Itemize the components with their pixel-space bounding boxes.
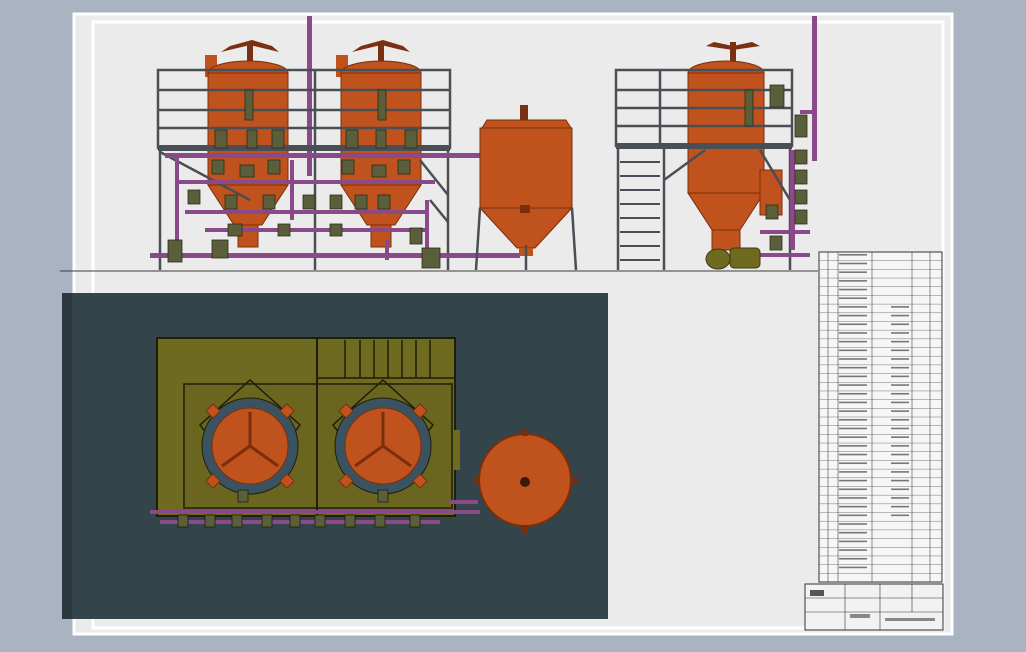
parts-list-cell-mark bbox=[891, 436, 909, 438]
parts-list-cell-mark bbox=[839, 271, 867, 273]
parts-list-cell-mark bbox=[891, 358, 909, 360]
parts-list-cell-mark bbox=[891, 401, 909, 404]
parts-list-cell-mark bbox=[891, 453, 909, 456]
parts-list-cell-mark bbox=[891, 349, 909, 352]
vertical-pipe-left bbox=[307, 16, 312, 176]
parts-list-cell-mark bbox=[839, 262, 867, 265]
parts-list-cell-mark bbox=[891, 514, 909, 517]
parts-list-cell-mark bbox=[839, 471, 867, 473]
parts-list-cell-mark bbox=[891, 410, 909, 412]
parts-list-cell-mark bbox=[839, 462, 867, 465]
parts-list-cell-mark bbox=[839, 323, 867, 326]
parts-list-table bbox=[818, 251, 943, 583]
parts-list-cell-mark bbox=[891, 462, 909, 465]
pump-motor bbox=[705, 247, 761, 270]
parts-list-cell-mark bbox=[839, 540, 867, 543]
parts-list-cell-mark bbox=[839, 453, 867, 456]
parts-list-cell-mark bbox=[839, 280, 867, 282]
parts-list-cell-mark bbox=[839, 445, 867, 447]
parts-list-cell-mark bbox=[891, 497, 909, 499]
parts-list-cell-mark bbox=[839, 392, 867, 395]
parts-list-cell-mark bbox=[839, 375, 867, 378]
parts-list-cell-mark bbox=[891, 488, 909, 491]
parts-list-cell-mark bbox=[891, 479, 909, 482]
parts-list-cell-mark bbox=[891, 471, 909, 473]
parts-list-cell-mark bbox=[839, 497, 867, 499]
parts-list-cell-mark bbox=[839, 523, 867, 525]
parts-list-cell-mark bbox=[839, 479, 867, 482]
parts-list-cell-mark bbox=[839, 384, 867, 386]
parts-list-cell-mark bbox=[839, 314, 867, 317]
parts-list-cell-mark bbox=[891, 392, 909, 395]
parts-list-cell-mark bbox=[839, 358, 867, 360]
parts-list-cell-mark bbox=[891, 332, 909, 334]
parts-list-cell-mark bbox=[891, 419, 909, 421]
parts-list-cell-mark bbox=[839, 254, 867, 256]
parts-list-cell-mark bbox=[839, 366, 867, 369]
parts-list-cell-mark bbox=[891, 306, 909, 308]
parts-list-cell-mark bbox=[891, 366, 909, 369]
parts-list-cell-mark bbox=[891, 323, 909, 326]
parts-list-cell-mark bbox=[891, 445, 909, 447]
parts-list-cell-mark bbox=[839, 401, 867, 404]
parts-list-cell-mark bbox=[839, 488, 867, 491]
parts-list-cell-mark bbox=[839, 419, 867, 421]
parts-list-cell-mark bbox=[891, 314, 909, 317]
mixing-tank-body bbox=[479, 127, 573, 209]
parts-list-cell-mark bbox=[839, 566, 867, 569]
plan-view bbox=[62, 293, 608, 619]
parts-list-cell-mark bbox=[839, 340, 867, 343]
cad-viewport[interactable] bbox=[0, 0, 1026, 652]
parts-list-cell-mark bbox=[839, 436, 867, 438]
vertical-pipe-right bbox=[812, 16, 817, 161]
parts-list-cell-mark bbox=[839, 297, 867, 300]
parts-list-cell-mark bbox=[839, 288, 867, 291]
parts-list-cell-mark bbox=[891, 340, 909, 343]
parts-list-cell-mark bbox=[839, 427, 867, 430]
title-block bbox=[804, 583, 944, 631]
parts-list-cell-mark bbox=[891, 505, 909, 508]
parts-list-cell-mark bbox=[839, 410, 867, 412]
parts-list-cell-mark bbox=[891, 427, 909, 430]
parts-list-cell-mark bbox=[839, 557, 867, 560]
parts-list-cell-mark bbox=[839, 306, 867, 308]
parts-list-cell-mark bbox=[839, 549, 867, 551]
parts-list-cell-mark bbox=[839, 332, 867, 334]
parts-list-cell-mark bbox=[839, 531, 867, 534]
parts-list-cell-mark bbox=[839, 514, 867, 517]
parts-list-cell-mark bbox=[839, 505, 867, 508]
parts-list-cell-mark bbox=[891, 375, 909, 378]
drawing-sheet-svg bbox=[60, 12, 954, 636]
parts-list-cell-mark bbox=[891, 384, 909, 386]
parts-list-cell-mark bbox=[839, 349, 867, 352]
